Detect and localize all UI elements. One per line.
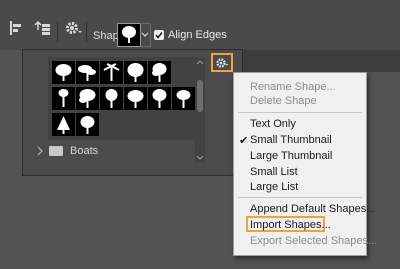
menu-item-rename-shape[interactable]: Rename Shape... — [250, 80, 336, 94]
folder-icon — [49, 146, 63, 156]
align-left-icon[interactable] — [8, 18, 28, 38]
picker-settings-button[interactable] — [211, 53, 233, 72]
shape-thumbnail[interactable] — [52, 87, 75, 110]
shape-picker-panel: Boats — [22, 49, 243, 176]
menu-divider — [238, 197, 362, 198]
options-bar: Shape: Align Edges — [0, 0, 400, 50]
path-arrangement-icon[interactable] — [33, 18, 53, 38]
shape-thumbnail[interactable] — [148, 61, 171, 84]
gear-icon — [216, 57, 229, 68]
tab-strip — [241, 50, 400, 72]
shape-preview[interactable] — [117, 23, 141, 47]
chevron-right-icon[interactable] — [36, 146, 44, 156]
menu-item-append-default-shapes[interactable]: Append Default Shapes... — [250, 202, 375, 216]
align-edges-checkbox[interactable] — [154, 30, 164, 40]
shape-thumbnail[interactable] — [124, 61, 147, 84]
menu-item-export-selected-shapes[interactable]: Export Selected Shapes... — [250, 234, 377, 248]
menu-item-large-thumbnail[interactable]: Large Thumbnail — [250, 149, 332, 163]
menu-item-text-only[interactable]: Text Only — [250, 117, 296, 131]
shape-thumbnail[interactable] — [52, 61, 75, 84]
scrollbar[interactable] — [195, 58, 205, 163]
menu-divider — [238, 112, 362, 113]
gear-icon[interactable] — [63, 18, 83, 38]
shape-thumbnail[interactable] — [76, 113, 99, 136]
menu-item-large-list[interactable]: Large List — [250, 180, 298, 194]
menu-item-import-shapes[interactable]: Import Shapes... — [250, 218, 331, 232]
shape-thumbnail[interactable] — [100, 61, 123, 84]
shape-thumbnail[interactable] — [76, 87, 99, 110]
scrollbar-thumb[interactable] — [197, 80, 203, 112]
shape-dropdown-button[interactable] — [140, 23, 151, 47]
shape-thumbnail[interactable] — [148, 87, 171, 110]
menu-item-small-thumbnail[interactable]: Small Thumbnail — [250, 133, 332, 147]
shape-thumbnail[interactable] — [124, 87, 147, 110]
menu-item-small-list[interactable]: Small List — [250, 165, 298, 179]
shape-thumbnail[interactable] — [76, 61, 99, 84]
menu-item-delete-shape[interactable]: Delete Shape — [250, 94, 317, 108]
shape-thumbnail[interactable] — [172, 87, 195, 110]
shape-group-row[interactable]: Boats — [33, 143, 193, 159]
shape-picker-menu: Rename Shape... Delete Shape Text Only ✔… — [233, 72, 377, 256]
checkmark-icon: ✔ — [239, 135, 249, 147]
toolbar-divider — [57, 22, 58, 42]
folder-label: Boats — [70, 145, 99, 157]
shape-grid — [48, 57, 198, 140]
align-edges-label: Align Edges — [168, 29, 227, 41]
shape-thumbnail[interactable] — [100, 87, 123, 110]
toolbar-divider — [86, 22, 87, 42]
shape-thumbnail[interactable] — [52, 113, 75, 136]
